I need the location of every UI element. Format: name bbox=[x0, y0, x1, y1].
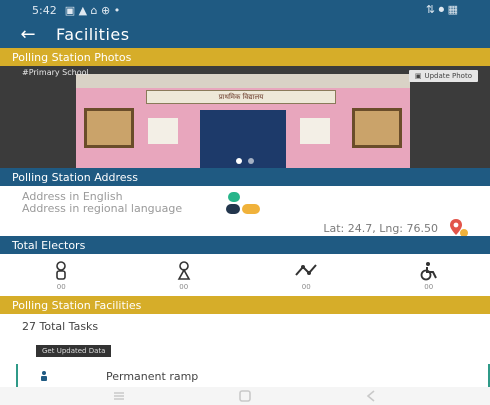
lat-lng-readout: Lat: 24.7, Lng: 76.50 bbox=[323, 222, 438, 235]
elector-pwd: 00 bbox=[399, 261, 459, 291]
page-title: Facilities bbox=[56, 24, 130, 44]
wheelchair-icon bbox=[420, 262, 437, 281]
facilities-count: 27 Total Tasks bbox=[22, 320, 99, 333]
photo-window-left bbox=[84, 108, 134, 148]
app-bar: ← Facilities bbox=[0, 20, 490, 48]
facility-item-permanent-ramp[interactable]: Permanent ramp bbox=[16, 364, 490, 388]
english-status-indicator bbox=[228, 192, 240, 202]
carousel-dots bbox=[236, 158, 254, 164]
elector-male-count: 00 bbox=[56, 283, 66, 291]
polling-station-photo: प्राथमिक विद्यालय bbox=[76, 74, 410, 170]
regional-status-orange bbox=[242, 204, 260, 214]
system-icons: ⇅ ⏺ ▦ bbox=[425, 3, 458, 16]
map-pin-icon[interactable] bbox=[448, 218, 470, 238]
section-address-title: Polling Station Address bbox=[12, 170, 139, 184]
electors-row: 00 00 00 00 bbox=[0, 256, 490, 296]
section-electors-header: Total Electors bbox=[0, 236, 490, 254]
home-icon[interactable] bbox=[236, 389, 254, 403]
back-nav-icon[interactable] bbox=[362, 389, 380, 403]
third-gender-icon bbox=[295, 264, 318, 276]
section-address-header: Polling Station Address bbox=[0, 168, 490, 186]
camera-icon: ▣ bbox=[414, 72, 422, 80]
elector-third-gender-count: 00 bbox=[301, 283, 311, 291]
photo-roof bbox=[76, 74, 410, 88]
update-photo-label: Update Photo bbox=[424, 72, 472, 80]
section-electors-title: Total Electors bbox=[12, 238, 86, 252]
elector-pwd-count: 00 bbox=[424, 283, 434, 291]
status-left: 5:42 ▣ ▲ ⌂ ⊕ • bbox=[32, 4, 120, 17]
photo-window-right bbox=[352, 108, 402, 148]
notification-icons: ▣ ▲ ⌂ ⊕ • bbox=[64, 3, 121, 17]
elector-male: 00 bbox=[31, 261, 91, 291]
section-photos-header: Polling Station Photos bbox=[0, 48, 490, 66]
address-regional-label: Address in regional language bbox=[22, 202, 183, 215]
elector-female: 00 bbox=[154, 261, 214, 291]
update-photo-button[interactable]: ▣ Update Photo bbox=[408, 70, 478, 82]
get-updated-data-button[interactable]: Get Updated Data bbox=[36, 345, 112, 357]
back-arrow-icon[interactable]: ← bbox=[0, 20, 56, 48]
regional-status-dark bbox=[226, 204, 240, 214]
male-icon bbox=[56, 261, 67, 280]
carousel-dot[interactable] bbox=[248, 158, 254, 164]
section-facilities-header: Polling Station Facilities bbox=[0, 296, 490, 314]
status-right: ⇅ ⏺ ▦ bbox=[426, 3, 458, 17]
carousel-dot[interactable] bbox=[236, 158, 242, 164]
system-nav-bar bbox=[0, 387, 490, 405]
photo-poster-right bbox=[300, 118, 330, 144]
photo-caption: #Primary School bbox=[22, 68, 89, 77]
section-facilities-title: Polling Station Facilities bbox=[12, 298, 142, 312]
status-bar: 5:42 ▣ ▲ ⌂ ⊕ • ⇅ ⏺ ▦ bbox=[0, 0, 490, 20]
section-photos-title: Polling Station Photos bbox=[12, 50, 132, 64]
facility-item-label: Permanent ramp bbox=[106, 370, 199, 383]
recents-icon[interactable] bbox=[110, 389, 128, 403]
photo-sign: प्राथमिक विद्यालय bbox=[146, 90, 336, 104]
person-icon bbox=[41, 371, 47, 381]
female-icon bbox=[177, 261, 191, 280]
address-block: Address in English Address in regional l… bbox=[0, 188, 490, 238]
status-time: 5:42 bbox=[32, 3, 57, 17]
elector-third-gender: 00 bbox=[276, 261, 336, 291]
photo-carousel[interactable]: प्राथमिक विद्यालय #Primary School ▣ Upda… bbox=[0, 66, 490, 170]
elector-female-count: 00 bbox=[179, 283, 189, 291]
photo-poster-left bbox=[148, 118, 178, 144]
